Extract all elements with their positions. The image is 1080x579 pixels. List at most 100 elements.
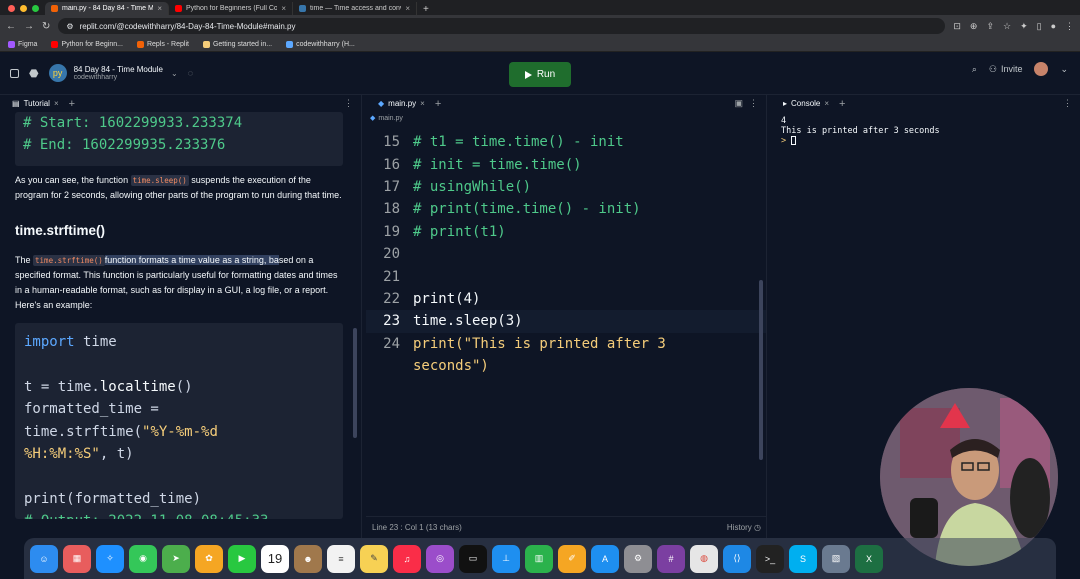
close-tab-icon[interactable]: × [281,4,286,13]
reminders-icon[interactable]: ≡ [327,544,355,573]
extensions-icon[interactable]: ✦ [1020,21,1028,32]
code-line: 22 print(4) [383,290,481,307]
skype-icon[interactable]: S [789,544,817,573]
reload-icon[interactable]: ↻ [42,21,50,32]
terminal-app-icon[interactable]: >_ [756,544,784,573]
section-heading: time.strftime() [15,223,106,238]
numbers-icon[interactable]: ▥ [525,544,553,573]
pane-menu-icon[interactable]: ⋮ [344,98,353,109]
menu-dots-icon[interactable]: ⋮ [1065,21,1074,32]
notes-icon[interactable]: ✎ [360,544,388,573]
sync-icon: ◌ [187,68,194,78]
tv-icon[interactable]: ▭ [459,544,487,573]
share-icon[interactable]: ⇪ [986,21,994,32]
close-icon[interactable]: × [824,99,829,108]
podcasts-icon[interactable]: ◎ [426,544,454,573]
minimize-window-button[interactable] [20,5,27,12]
contacts-icon[interactable]: ☻ [294,544,322,573]
console-output[interactable]: 4 This is printed after 3 seconds > [771,112,1080,150]
sidebar-toggle-icon[interactable] [10,68,19,78]
console-prompt: > [781,136,787,146]
bookmark-codewithharry[interactable]: codewithharry (H... [286,40,355,48]
text-cursor [791,136,797,145]
code-line: 16 # init = time.time() [383,156,582,173]
settings-icon[interactable]: ⚙ [624,544,652,573]
close-window-button[interactable] [8,5,15,12]
macos-dock: ☺ ▦ ✧ ◉ ➤ ✿ ▶ 19 ☻ ≡ ✎ ♫ ◎ ▭ ⊥ ▥ ✐ A ⚙ #… [24,538,1056,579]
selected-text[interactable]: function formats a time value as a strin… [104,255,279,265]
add-tab-button[interactable]: + [839,98,845,110]
bookmark-getting-started[interactable]: Getting started in... [202,40,272,48]
install-icon[interactable]: ⊡ [953,21,961,32]
chevron-down-icon[interactable]: ⌄ [171,69,178,78]
facetime-icon[interactable]: ▶ [228,544,256,573]
vscode-icon[interactable]: ⟨⟩ [723,544,751,573]
add-tab-button[interactable]: + [435,98,441,110]
zoom-icon[interactable]: ⊕ [970,21,978,32]
tutorial-pane: ▤ Tutorial × + ⋮ # Start: 1602299933.233… [0,95,362,538]
code-editor[interactable]: 15 # t1 = time.time() - init 16 # init = t… [366,124,766,377]
close-tab-icon[interactable]: × [405,4,410,13]
editor-pane: ◆ main.py × + ▣ ⋮ ◆ main.py 15 # t1 = tim… [366,95,767,538]
bookmark-figma[interactable]: Figma [8,40,37,48]
bookmark-repls[interactable]: Repls - Replit [136,40,189,48]
launchpad-icon[interactable]: ▦ [63,544,91,573]
editor-pane-header: ◆ main.py × + ▣ ⋮ [366,95,766,112]
run-button[interactable]: Run [509,62,571,87]
tutorial-scrollbar[interactable] [353,328,357,438]
address-bar[interactable]: ⚙ replit.com/@codewithharry/84-Day-84-Ti… [58,18,946,34]
chrome-icon[interactable]: ◍ [690,544,718,573]
invite-button[interactable]: ⚇ Invite [989,64,1023,75]
sidepanel-icon[interactable]: ▯ [1037,21,1042,32]
tab-main-py[interactable]: ◆ main.py × [374,95,429,112]
maps-icon[interactable]: ➤ [162,544,190,573]
app-store-icon[interactable]: A [591,544,619,573]
chevron-down-icon[interactable]: ⌄ [1060,64,1068,75]
pane-menu-icon[interactable]: ⋮ [1063,98,1072,109]
tutorial-code-output: # Start: 1602299933.233374 # End: 160229… [15,112,343,166]
browser-tab-replit[interactable]: main.py - 84 Day 84 - Time Mo × [45,2,169,15]
pages-icon[interactable]: ✐ [558,544,586,573]
new-tab-button[interactable]: + [417,4,435,15]
tab-tutorial[interactable]: ▤ Tutorial × [8,95,63,112]
code-line: 19 # print(t1) [383,223,506,240]
back-arrow-icon[interactable]: ← [6,21,16,32]
close-tab-icon[interactable]: × [157,4,162,13]
browser-toolbar: ← → ↻ ⚙ replit.com/@codewithharry/84-Day… [0,15,1080,37]
photos-icon[interactable]: ✿ [195,544,223,573]
browser-tab-strip: main.py - 84 Day 84 - Time Mo × Python f… [0,0,1080,15]
finder-icon[interactable]: ☺ [30,544,58,573]
book-icon: ▤ [12,99,20,108]
tab-console[interactable]: ▸ Console × [779,95,833,112]
history-button[interactable]: History ◷ [727,523,761,532]
preview-icon[interactable]: ▧ [822,544,850,573]
forward-arrow-icon[interactable]: → [24,21,34,32]
avatar[interactable] [1034,62,1049,76]
close-icon[interactable]: × [54,99,59,108]
code-line: 20 [383,246,400,263]
messages-icon[interactable]: ◉ [129,544,157,573]
safari-icon[interactable]: ✧ [96,544,124,573]
pane-menu-icon[interactable]: ⋮ [749,98,758,109]
site-info-icon[interactable]: ⚙ [66,22,73,31]
project-info[interactable]: 84 Day 84 - Time Module codewithharry [74,65,163,81]
calendar-icon[interactable]: 19 [261,544,289,573]
search-icon[interactable]: ⌕ [972,64,977,75]
tutorial-content: # Start: 1602299933.233374 # End: 160229… [15,112,343,519]
zoom-window-button[interactable] [32,5,39,12]
bookmark-star-icon[interactable]: ☆ [1003,21,1011,32]
replit-logo-icon[interactable]: ⬣ [29,67,39,80]
profile-icon[interactable]: ● [1051,21,1056,32]
slack-icon[interactable]: # [657,544,685,573]
browser-tab-youtube[interactable]: Python for Beginners (Full Cou × [169,2,293,15]
browser-tab-python-docs[interactable]: time — Time access and conve × [293,2,417,15]
bookmark-python-beginners[interactable]: Python for Beginn... [51,40,123,48]
keynote-icon[interactable]: ⊥ [492,544,520,573]
music-icon[interactable]: ♫ [393,544,421,573]
editor-scrollbar[interactable] [759,280,763,460]
split-view-icon[interactable]: ▣ [734,98,743,109]
editor-status-bar: Line 23 : Col 1 (13 chars) History ◷ [366,516,767,538]
add-tab-button[interactable]: + [69,98,75,110]
excel-icon[interactable]: X [855,544,883,573]
close-icon[interactable]: × [420,99,425,108]
